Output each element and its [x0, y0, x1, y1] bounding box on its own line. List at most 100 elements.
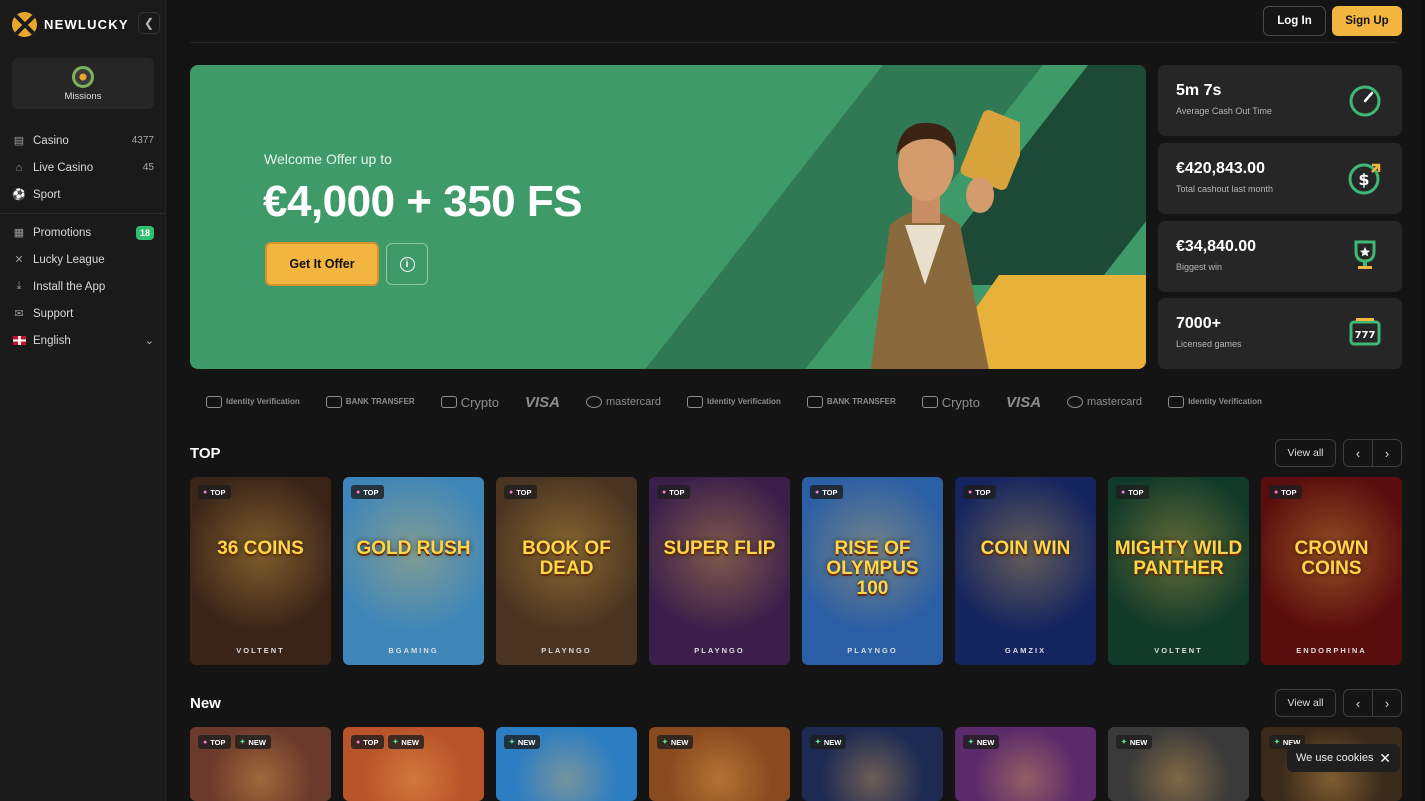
game-card[interactable]: ● TOP ✦ NEW	[343, 727, 484, 801]
sparkle-icon: ✦	[662, 739, 668, 746]
sparkle-icon: ✦	[392, 739, 399, 746]
game-card[interactable]: ✦ NEW	[1108, 727, 1249, 801]
sidebar-item-support[interactable]: ✉ Support	[0, 300, 166, 327]
scrollbar[interactable]	[1421, 0, 1425, 801]
missions-button[interactable]: Missions	[12, 58, 154, 109]
login-button[interactable]: Log In	[1263, 6, 1326, 36]
next-arrow-icon[interactable]: ›	[1373, 440, 1401, 466]
hero-subtitle: Welcome Offer up to	[264, 151, 392, 167]
game-title: 36 COINS	[217, 538, 304, 559]
promotions-badge: 18	[135, 225, 154, 240]
sidebar-item-sport[interactable]: ⚽ Sport	[0, 181, 166, 208]
live-casino-icon: ⌂	[15, 161, 23, 174]
flame-icon: ●	[662, 488, 667, 496]
game-card[interactable]: ● TOP 36 COINS VOLTENT	[190, 477, 331, 665]
sidebar-item-label: Promotions	[33, 226, 92, 239]
brand-logo[interactable]: NEWLUCKY ❮	[12, 11, 160, 37]
svg-text:$: $	[1358, 170, 1369, 189]
game-card[interactable]: ✦ NEW	[649, 727, 790, 801]
flame-icon: ●	[968, 488, 973, 496]
close-icon[interactable]: ✕	[1379, 750, 1391, 767]
top-badge: ● TOP	[1116, 485, 1149, 499]
identity-verification-logo: Identity Verification	[687, 396, 781, 408]
top-badge: ● TOP	[504, 485, 537, 499]
sidebar-item-label: Support	[33, 307, 74, 320]
sidebar-item-casino[interactable]: ▤ Casino 4377	[0, 127, 166, 154]
game-card[interactable]: ● TOP CROWN COINS ENDORPHINA	[1261, 477, 1402, 665]
flame-icon: ●	[509, 488, 514, 496]
game-title: BOOK OF DEAD	[522, 538, 611, 579]
new-badge: ✦ NEW	[387, 735, 424, 749]
header-divider	[190, 42, 1397, 43]
stat-card-biggest-win: €34,840.00 Biggest win	[1158, 221, 1402, 292]
game-thumbnail	[343, 477, 484, 665]
collapse-sidebar-button[interactable]: ❮	[138, 12, 160, 34]
top-badge: ● TOP	[198, 485, 231, 499]
top-badge: ● TOP	[657, 485, 690, 499]
game-card[interactable]: ● TOP ✦ NEW	[190, 727, 331, 801]
gift-icon: ▦	[13, 227, 25, 239]
missions-label: Missions	[64, 90, 102, 102]
stat-value: 7000+	[1176, 315, 1221, 332]
sparkle-icon: ✦	[968, 739, 974, 746]
offer-info-button[interactable]: i	[386, 243, 428, 285]
chevron-down-icon: ⌄	[144, 335, 154, 347]
new-badge: ✦ NEW	[963, 735, 1000, 749]
top-badge: ● TOP	[351, 485, 384, 499]
identity-verification-logo: Identity Verification	[206, 396, 300, 408]
game-card[interactable]: ● TOP COIN WIN GAMZIX	[955, 477, 1096, 665]
prev-arrow-icon[interactable]: ‹	[1344, 690, 1373, 716]
section-title-new: New	[190, 695, 221, 712]
sidebar-item-lucky-league[interactable]: ✕ Lucky League	[0, 246, 166, 273]
game-provider: VOLTENT	[236, 646, 285, 655]
stat-label: Total cashout last month	[1176, 184, 1274, 194]
chevron-left-icon: ❮	[143, 16, 155, 30]
svg-text:777: 777	[1355, 330, 1376, 341]
stat-value: €420,843.00	[1176, 160, 1265, 177]
game-card[interactable]: ✦ NEW	[802, 727, 943, 801]
game-card[interactable]: ● TOP MIGHTY WILD PANTHER VOLTENT	[1108, 477, 1249, 665]
game-title: CROWN COINS	[1294, 538, 1369, 579]
brand-name: NEWLUCKY	[44, 16, 129, 32]
top-badge: ● TOP	[963, 485, 996, 499]
game-card[interactable]: ● TOP BOOK OF DEAD PLAYNGO	[496, 477, 637, 665]
target-icon	[72, 65, 94, 88]
game-provider: ENDORPHINA	[1296, 646, 1367, 655]
game-card[interactable]: ● TOP SUPER FLIP PLAYNGO	[649, 477, 790, 665]
top-badge: ● TOP	[810, 485, 843, 499]
game-card[interactable]: ✦ NEW	[955, 727, 1096, 801]
game-card[interactable]: ● TOP GOLD RUSH BGAMING	[343, 477, 484, 665]
dollar-cashout-icon: $	[1348, 163, 1381, 195]
top-badge: ● TOP	[1269, 485, 1302, 499]
game-card[interactable]: ● TOP RISE OF OLYMPUS 100 PLAYNGO	[802, 477, 943, 665]
language-selector[interactable]: English ⌄	[0, 327, 166, 354]
next-arrow-icon[interactable]: ›	[1373, 690, 1401, 716]
top-games-row: ● TOP 36 COINS VOLTENT ● TOP GOLD RUSH BGAMING ●…	[190, 477, 1402, 665]
flame-icon: ●	[203, 738, 208, 746]
prev-arrow-icon[interactable]: ‹	[1344, 440, 1373, 466]
get-offer-button[interactable]: Get It Offer	[265, 242, 379, 286]
sidebar-item-install-app[interactable]: ⤓ Install the App	[0, 273, 166, 300]
flame-icon: ●	[356, 488, 361, 496]
stat-label: Licensed games	[1176, 339, 1242, 349]
game-thumbnail	[649, 477, 790, 665]
game-provider: PLAYNGO	[847, 646, 898, 655]
mastercard-logo: mastercard	[1067, 396, 1142, 408]
casino-count: 4377	[131, 135, 154, 146]
signup-button[interactable]: Sign Up	[1332, 6, 1402, 36]
stopwatch-icon	[1349, 85, 1381, 117]
game-thumbnail	[955, 477, 1096, 665]
game-title: GOLD RUSH	[356, 538, 471, 559]
flame-icon: ●	[815, 488, 820, 496]
league-icon: ✕	[14, 254, 24, 266]
flame-icon: ●	[203, 488, 208, 496]
top-view-all-button[interactable]: View all	[1275, 439, 1336, 467]
hero-banner[interactable]: Welcome Offer up to €4,000 + 350 FS Get …	[190, 65, 1146, 369]
new-view-all-button[interactable]: View all	[1275, 689, 1336, 717]
sidebar-item-promotions[interactable]: ▦ Promotions 18	[0, 219, 166, 246]
visa-logo: VISA	[1006, 393, 1042, 411]
sidebar-item-live-casino[interactable]: ⌂ Live Casino 45	[0, 154, 166, 181]
game-provider: PLAYNGO	[541, 646, 592, 655]
game-card[interactable]: ✦ NEW	[496, 727, 637, 801]
slot-777-icon: 777	[1349, 318, 1381, 346]
